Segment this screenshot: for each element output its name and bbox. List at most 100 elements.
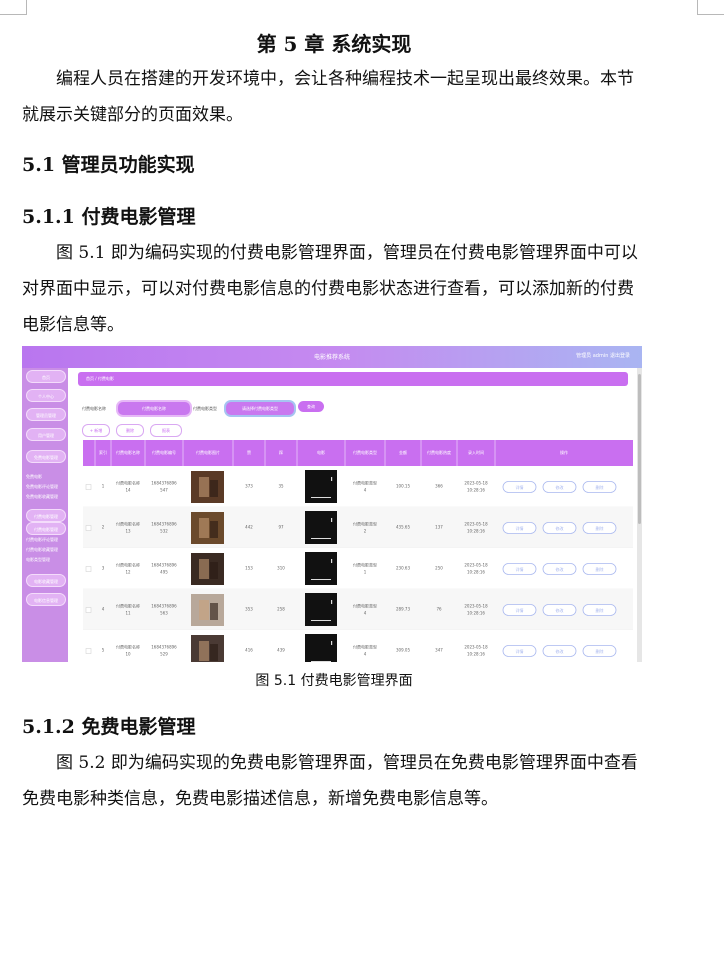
filter-name-input[interactable]: 付费电影名称 [116,400,192,417]
sidebar-item-3[interactable]: 用户管理 [26,428,66,441]
cell-code: 1684376896 [151,563,177,568]
cell-name-2: 12 [125,570,131,575]
column-header-12: 操作 [560,449,568,455]
user-menu[interactable]: 管理员 admin 退出登录 [576,352,630,359]
video-menu-icon [331,641,333,645]
report-button[interactable]: 报表 [150,424,182,437]
filter-type-label: 付费电影类型 [193,406,217,411]
add-button[interactable]: + 新增 [82,424,110,437]
sidebar-item-6[interactable]: 免费电影评论管理 [26,482,68,492]
row-checkbox[interactable] [85,525,92,531]
cell-time: 2023-05-18 [464,481,488,486]
scrollbar[interactable] [637,368,642,662]
scrollbar-thumb[interactable] [638,374,641,524]
search-button[interactable]: 查询 [298,401,324,412]
cell-time: 2023-05-18 [464,645,488,650]
sidebar-item-1[interactable]: 个人中心 [26,389,66,402]
row-action-label: 删除 [596,525,604,531]
sidebar-item-9[interactable]: 付费电影管理 [26,522,66,535]
cell-code-2: 529 [160,652,168,657]
section-5-1-1-paragraph: 图 5.1 即为编码实现的付费电影管理界面，管理员在付费电影管理界面中可以对界面… [22,243,638,335]
sidebar-item-2[interactable]: 管理员管理 [26,408,66,421]
video-progress [311,538,331,539]
sidebar-item-7[interactable]: 免费电影收藏管理 [26,492,68,502]
cell-name-2: 13 [125,529,131,534]
sidebar-item-4[interactable]: 免费电影管理 [26,450,66,463]
intro-paragraph: 编程人员在搭建的开发环境中，会让各种编程技术一起呈现出最终效果。本节就展示关键部… [22,69,634,125]
poster-figure [199,559,209,579]
cell-time: 2023-05-18 [464,563,488,568]
main-panel: 首页 / 付费电影 付费电影名称 付费电影名称 付费电影类型 请选择付费电影类型… [70,368,636,662]
row-action-label: 删除 [596,648,604,654]
video-thumbnail [305,593,337,626]
cell-type: 付费电影类型 [353,644,377,650]
row-action-label: 详情 [516,648,524,654]
chapter-title: 第 5 章 系统实现 [256,32,412,56]
video-progress [311,497,331,498]
poster-figure [199,518,209,538]
video-menu-icon [331,518,333,522]
cell-name-2: 11 [125,611,131,616]
poster-figure-2 [210,644,218,661]
cell-code-2: 547 [160,488,168,493]
filter-type-select[interactable]: 请选择付费电影类型 [224,400,296,417]
app-title: 电影推荐系统 [313,354,350,361]
section-5-1-2-paragraph: 图 5.2 即为编码实现的免费电影管理界面，管理员在免费电影管理界面中查看免费电… [22,753,638,809]
sidebar-item-8[interactable]: 付费电影管理 [26,509,66,522]
column-header-11: 录入时间 [468,449,484,455]
cell-price: 230.63 [396,566,410,571]
poster-figure-2 [210,521,218,538]
cell-code-2: 495 [160,570,168,575]
cell-time-2: 10:28:16 [467,652,485,657]
poster-figure-2 [210,562,218,579]
row-action-label: 详情 [516,525,524,531]
sidebar-item-5[interactable]: 免费电影 [26,472,68,482]
row-checkbox[interactable] [85,607,92,613]
row-checkbox[interactable] [85,566,92,572]
cell-code: 1684376896 [151,604,177,609]
sidebar-item-11[interactable]: 付费电影收藏管理 [26,545,68,555]
cell-code-2: 532 [160,529,168,534]
cell-index: 1 [102,484,105,489]
cell-type-2: 4 [364,652,367,657]
cell-type-2: 2 [364,529,367,534]
cell-name-2: 14 [125,488,131,493]
sidebar-item-12[interactable]: 电影类型管理 [26,555,68,565]
column-header-5: 赞 [247,449,251,455]
cell-type: 付费电影类型 [353,521,377,527]
cell-heat: 137 [435,525,443,530]
figure-caption: 图 5.1 付费电影管理界面 [255,673,413,689]
video-progress [311,579,331,580]
cell-name: 付费电影名称 [116,480,140,486]
cell-heat: 347 [435,648,443,653]
sidebar-item-10[interactable]: 付费电影评论管理 [26,535,68,545]
delete-button[interactable]: 删除 [116,424,144,437]
row-action-label: 删除 [596,566,604,572]
sidebar-item-0[interactable]: 首页 [26,370,66,383]
cell-like: 373 [245,484,253,489]
sidebar-item-13[interactable]: 电影收藏管理 [26,574,66,587]
column-header-10: 付费电影热度 [427,449,451,455]
column-header-9: 金额 [399,449,407,455]
row-checkbox[interactable] [85,484,92,490]
cell-time-2: 10:28:16 [467,570,485,575]
sidebar-item-14[interactable]: 电影信息管理 [26,593,66,606]
row-checkbox[interactable] [85,648,92,654]
video-progress [311,661,331,662]
video-menu-icon [331,477,333,481]
cell-code: 1684376896 [151,522,177,527]
cell-index: 4 [102,607,105,612]
cell-name: 付费电影名称 [116,562,140,568]
row-action-label: 修改 [556,607,564,613]
cell-price: 100.15 [396,484,410,489]
column-header-2: 付费电影名称 [116,449,140,455]
section-5-1-1-heading: 5.1.1 付费电影管理 [22,206,196,228]
filter-name-label: 付费电影名称 [82,406,106,411]
cell-code-2: 563 [160,611,168,616]
row-action-label: 修改 [556,648,564,654]
row-action-label: 修改 [556,484,564,490]
video-progress [311,620,331,621]
cell-time: 2023-05-18 [464,522,488,527]
row-action-label: 详情 [516,566,524,572]
cell-type: 付费电影类型 [353,562,377,568]
